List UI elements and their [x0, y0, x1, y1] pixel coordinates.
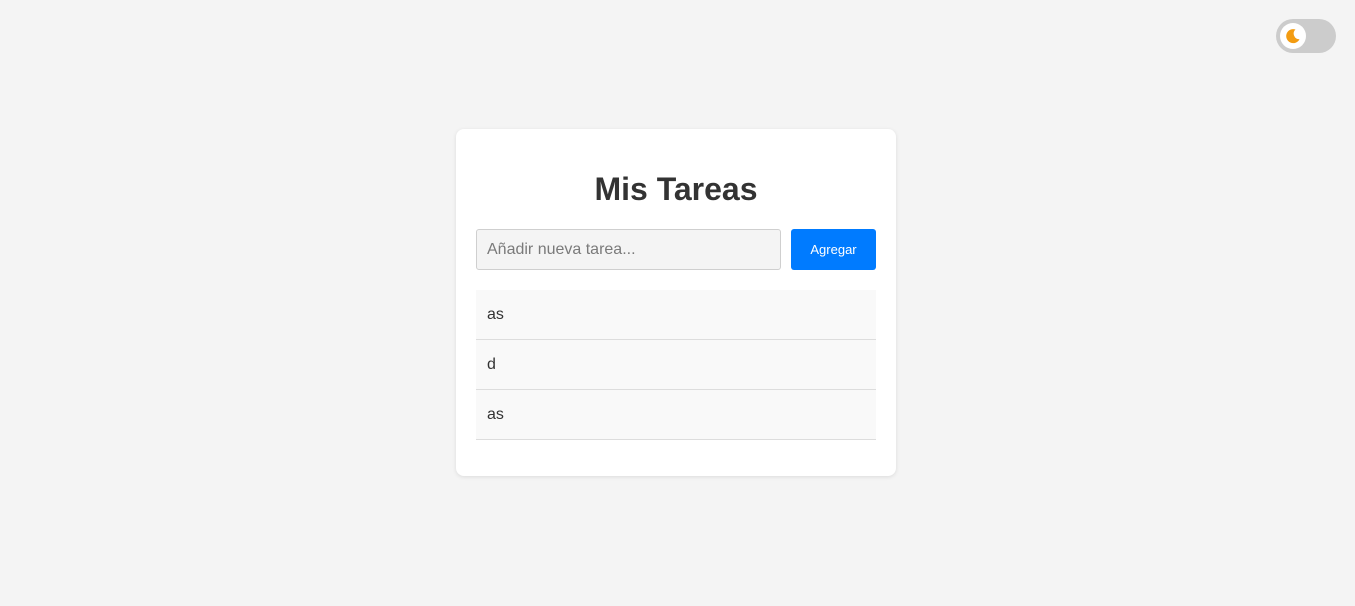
task-item[interactable]: d [476, 340, 876, 390]
task-text: as [487, 305, 504, 323]
theme-toggle-knob [1280, 23, 1306, 49]
new-task-input[interactable] [476, 229, 781, 270]
todo-card: Mis Tareas Agregar as d as [456, 129, 896, 476]
task-text: as [487, 405, 504, 423]
theme-toggle[interactable] [1276, 19, 1336, 53]
add-task-button[interactable]: Agregar [791, 229, 876, 270]
task-text: d [487, 355, 496, 373]
task-item[interactable]: as [476, 390, 876, 440]
moon-icon [1285, 28, 1301, 44]
add-task-form: Agregar [476, 229, 876, 270]
task-list: as d as [476, 290, 876, 440]
page-title: Mis Tareas [594, 171, 758, 207]
task-item[interactable]: as [476, 290, 876, 340]
